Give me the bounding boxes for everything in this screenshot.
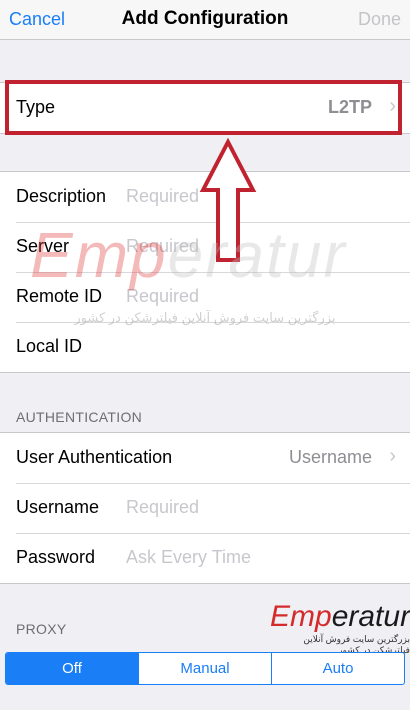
username-label: Username	[16, 497, 100, 517]
local-id-row[interactable]: Local ID	[0, 322, 410, 372]
page-title: Add Configuration	[121, 8, 289, 29]
watermark-logo: Emperatur	[30, 219, 347, 291]
username-field[interactable]: Required	[126, 497, 199, 518]
chevron-right-icon: ›	[389, 445, 396, 467]
authentication-group: User Authentication Username › Username …	[0, 432, 410, 584]
watermark-tagline: بزرگترین سایت فروش آنلاین فیلترشکن در کش…	[74, 310, 336, 325]
password-row[interactable]: Password Ask Every Time	[0, 533, 410, 583]
proxy-segmented-control: Off Manual Auto	[5, 652, 405, 685]
highlight-annotation-box	[5, 80, 402, 135]
done-button[interactable]: Done	[358, 9, 401, 30]
user-authentication-row[interactable]: User Authentication Username ›	[0, 433, 410, 483]
password-label: Password	[16, 547, 96, 567]
navigation-bar: Cancel Add Configuration Done	[0, 0, 410, 40]
brand-logo: Emperatur بزرگترین سایت فروش آنلاین فیلت…	[270, 600, 410, 656]
description-label: Description	[16, 186, 107, 206]
proxy-option-off[interactable]: Off	[6, 653, 138, 684]
authentication-header: AUTHENTICATION	[16, 409, 143, 425]
proxy-header: PROXY	[16, 621, 67, 637]
user-authentication-label: User Authentication	[16, 447, 173, 467]
local-id-label: Local ID	[16, 336, 83, 356]
description-field[interactable]: Required	[126, 186, 199, 207]
user-authentication-value: Username	[288, 447, 372, 467]
username-row[interactable]: Username Required	[0, 483, 410, 533]
password-field[interactable]: Ask Every Time	[126, 547, 251, 568]
proxy-option-manual[interactable]: Manual	[138, 653, 271, 684]
proxy-option-auto[interactable]: Auto	[271, 653, 404, 684]
